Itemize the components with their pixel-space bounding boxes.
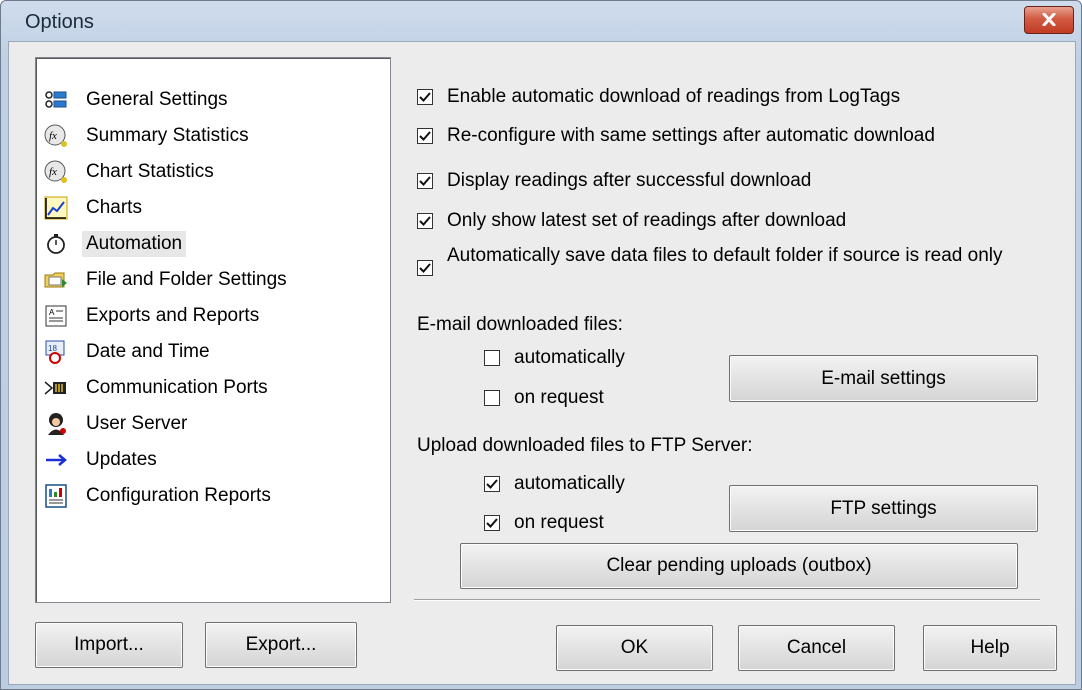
checkbox-label: Only show latest set of readings after d… bbox=[447, 210, 847, 231]
fx-icon: fx bbox=[44, 160, 68, 184]
options-dialog: Options General Settings fx Summary Stat… bbox=[0, 0, 1082, 690]
ftp-section-heading: Upload downloaded files to FTP Server: bbox=[417, 435, 753, 456]
email-settings-button[interactable]: E-mail settings bbox=[729, 355, 1038, 402]
sidebar-item-summary-statistics[interactable]: fx Summary Statistics bbox=[44, 120, 374, 152]
checkbox-label: automatically bbox=[514, 347, 625, 368]
calendar-clock-icon: 18 bbox=[44, 340, 68, 364]
close-icon bbox=[1042, 13, 1056, 26]
dialog-body: General Settings fx Summary Statistics f… bbox=[8, 41, 1076, 685]
sidebar-item-label: Summary Statistics bbox=[86, 125, 249, 146]
svg-text:18: 18 bbox=[48, 344, 57, 353]
sidebar-item-label: General Settings bbox=[86, 89, 228, 110]
settings-icon bbox=[44, 88, 68, 112]
report-icon: A bbox=[44, 304, 68, 328]
checkbox[interactable] bbox=[417, 260, 433, 276]
sidebar-item-configuration-reports[interactable]: Configuration Reports bbox=[44, 480, 374, 512]
category-list[interactable]: General Settings fx Summary Statistics f… bbox=[35, 57, 391, 603]
sidebar-item-label: Automation bbox=[82, 231, 187, 257]
help-button[interactable]: Help bbox=[923, 625, 1057, 671]
checkbox[interactable] bbox=[484, 350, 500, 366]
sidebar-item-label: Communication Ports bbox=[86, 377, 268, 398]
export-button[interactable]: Export... bbox=[205, 622, 357, 668]
sidebar-item-chart-statistics[interactable]: fx Chart Statistics bbox=[44, 156, 374, 188]
sidebar-item-label: Chart Statistics bbox=[86, 161, 214, 182]
checkbox-label: Enable automatic download of readings fr… bbox=[447, 86, 901, 107]
display-readings-checkbox[interactable]: Display readings after successful downlo… bbox=[417, 170, 811, 192]
enable-auto-download-checkbox[interactable]: Enable automatic download of readings fr… bbox=[417, 86, 900, 108]
sidebar-item-label: Updates bbox=[86, 449, 157, 470]
sidebar-item-label: User Server bbox=[86, 413, 188, 434]
sidebar-item-exports-and-reports[interactable]: A Exports and Reports bbox=[44, 300, 374, 332]
checkbox[interactable] bbox=[417, 173, 433, 189]
checkbox-label: Automatically save data files to default… bbox=[447, 245, 1003, 266]
close-button[interactable] bbox=[1024, 6, 1074, 34]
checkbox[interactable] bbox=[484, 390, 500, 406]
checkbox[interactable] bbox=[484, 515, 500, 531]
checkbox[interactable] bbox=[417, 89, 433, 105]
checkbox-label: on request bbox=[514, 387, 604, 408]
port-icon bbox=[44, 376, 68, 400]
sidebar-item-label: Configuration Reports bbox=[86, 485, 271, 506]
checkbox-label: Re-configure with same settings after au… bbox=[447, 125, 935, 146]
separator bbox=[414, 599, 1040, 601]
sidebar-item-date-and-time[interactable]: 18 Date and Time bbox=[44, 336, 374, 368]
sidebar-item-automation[interactable]: Automation bbox=[44, 228, 374, 260]
cancel-button[interactable]: Cancel bbox=[738, 625, 895, 671]
reconfigure-after-download-checkbox[interactable]: Re-configure with same settings after au… bbox=[417, 125, 935, 147]
config-report-icon bbox=[44, 484, 68, 508]
ftp-settings-button[interactable]: FTP settings bbox=[729, 485, 1038, 532]
checkbox-label: on request bbox=[514, 512, 604, 533]
window-title: Options bbox=[25, 11, 94, 33]
svg-text:fx: fx bbox=[49, 166, 57, 178]
svg-text:A: A bbox=[49, 308, 55, 317]
email-section-heading: E-mail downloaded files: bbox=[417, 314, 623, 335]
title-bar[interactable]: Options bbox=[1, 1, 1081, 41]
sidebar-item-label: Exports and Reports bbox=[86, 305, 260, 326]
checkbox-label: automatically bbox=[514, 473, 625, 494]
sidebar-item-communication-ports[interactable]: Communication Ports bbox=[44, 372, 374, 404]
ftp-on-request-checkbox[interactable]: on request bbox=[484, 512, 604, 534]
auto-save-default-folder-checkbox[interactable]: Automatically save data files to default… bbox=[417, 245, 1047, 276]
sidebar-item-label: File and Folder Settings bbox=[86, 269, 287, 290]
arrow-right-icon bbox=[44, 448, 68, 472]
ok-button[interactable]: OK bbox=[556, 625, 713, 671]
import-button[interactable]: Import... bbox=[35, 622, 183, 668]
checkbox[interactable] bbox=[417, 128, 433, 144]
fx-icon: fx bbox=[44, 124, 68, 148]
sidebar-item-charts[interactable]: Charts bbox=[44, 192, 374, 224]
sidebar-item-label: Date and Time bbox=[86, 341, 210, 362]
folder-icon bbox=[44, 268, 68, 292]
clear-pending-uploads-button[interactable]: Clear pending uploads (outbox) bbox=[460, 543, 1018, 589]
checkbox[interactable] bbox=[484, 476, 500, 492]
email-on-request-checkbox[interactable]: on request bbox=[484, 387, 604, 409]
svg-text:fx: fx bbox=[49, 130, 57, 142]
latest-readings-only-checkbox[interactable]: Only show latest set of readings after d… bbox=[417, 210, 846, 232]
checkbox-label: Display readings after successful downlo… bbox=[447, 170, 812, 191]
checkbox[interactable] bbox=[417, 213, 433, 229]
email-automatically-checkbox[interactable]: automatically bbox=[484, 347, 625, 369]
sidebar-item-general-settings[interactable]: General Settings bbox=[44, 84, 374, 116]
chart-icon bbox=[44, 196, 68, 220]
sidebar-item-updates[interactable]: Updates bbox=[44, 444, 374, 476]
user-server-icon bbox=[44, 412, 68, 436]
sidebar-item-label: Charts bbox=[86, 197, 142, 218]
sidebar-item-user-server[interactable]: User Server bbox=[44, 408, 374, 440]
sidebar-item-file-and-folder-settings[interactable]: File and Folder Settings bbox=[44, 264, 374, 296]
stopwatch-icon bbox=[44, 232, 68, 256]
ftp-automatically-checkbox[interactable]: automatically bbox=[484, 473, 625, 495]
